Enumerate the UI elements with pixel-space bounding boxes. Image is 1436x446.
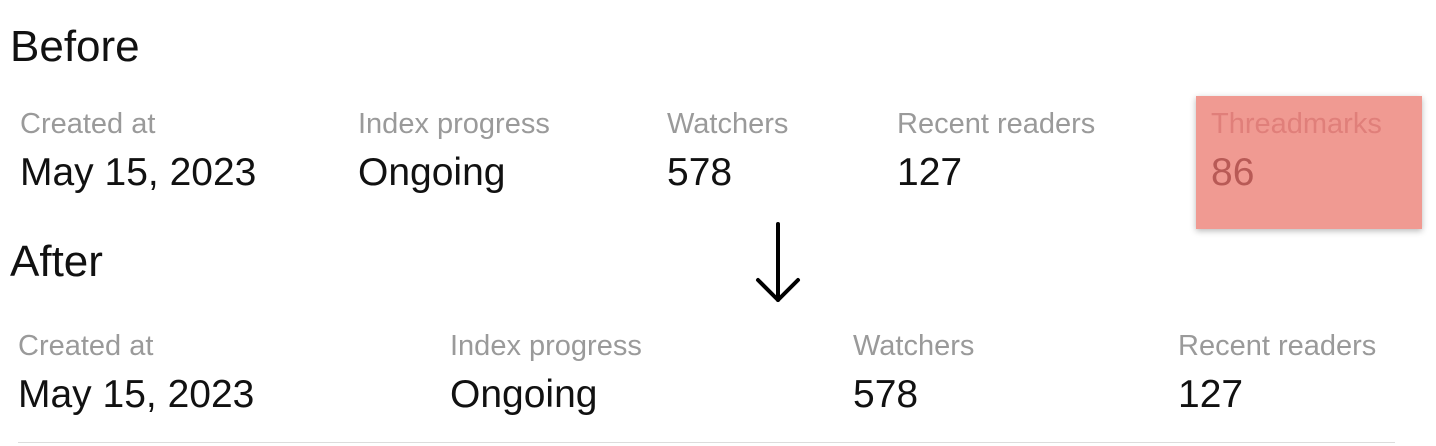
stat-label: Watchers bbox=[853, 330, 975, 362]
stat-watchers: Watchers 578 bbox=[667, 108, 789, 194]
stat-index-progress: Index progress Ongoing bbox=[450, 330, 642, 416]
stat-label: Index progress bbox=[358, 108, 550, 140]
stat-value: 578 bbox=[667, 151, 733, 194]
stat-value: 127 bbox=[1178, 373, 1244, 416]
stat-value: 86 bbox=[1211, 151, 1255, 194]
stat-value: May 15, 2023 bbox=[20, 151, 257, 194]
stat-index-progress: Index progress Ongoing bbox=[358, 108, 550, 194]
stat-label: Index progress bbox=[450, 330, 642, 362]
stat-label: Created at bbox=[20, 108, 156, 140]
before-heading: Before bbox=[10, 22, 140, 71]
stat-value: 578 bbox=[853, 373, 919, 416]
stat-threadmarks: Threadmarks 86 bbox=[1211, 108, 1382, 194]
arrow-down-icon bbox=[756, 222, 800, 302]
stat-label: Created at bbox=[18, 330, 154, 362]
stat-created-at: Created at May 15, 2023 bbox=[20, 108, 257, 194]
stat-recent-readers: Recent readers 127 bbox=[897, 108, 1096, 194]
stat-label: Watchers bbox=[667, 108, 789, 140]
stat-value: Ongoing bbox=[358, 151, 506, 194]
stat-label: Recent readers bbox=[1178, 330, 1377, 362]
stat-value: 127 bbox=[897, 151, 963, 194]
divider bbox=[18, 442, 1395, 443]
stat-recent-readers: Recent readers 127 bbox=[1178, 330, 1377, 416]
stat-watchers: Watchers 578 bbox=[853, 330, 975, 416]
stat-label: Recent readers bbox=[897, 108, 1096, 140]
after-heading: After bbox=[10, 237, 103, 286]
stat-value: May 15, 2023 bbox=[18, 373, 255, 416]
stat-created-at: Created at May 15, 2023 bbox=[18, 330, 255, 416]
stat-value: Ongoing bbox=[450, 373, 598, 416]
stat-label: Threadmarks bbox=[1211, 108, 1382, 140]
